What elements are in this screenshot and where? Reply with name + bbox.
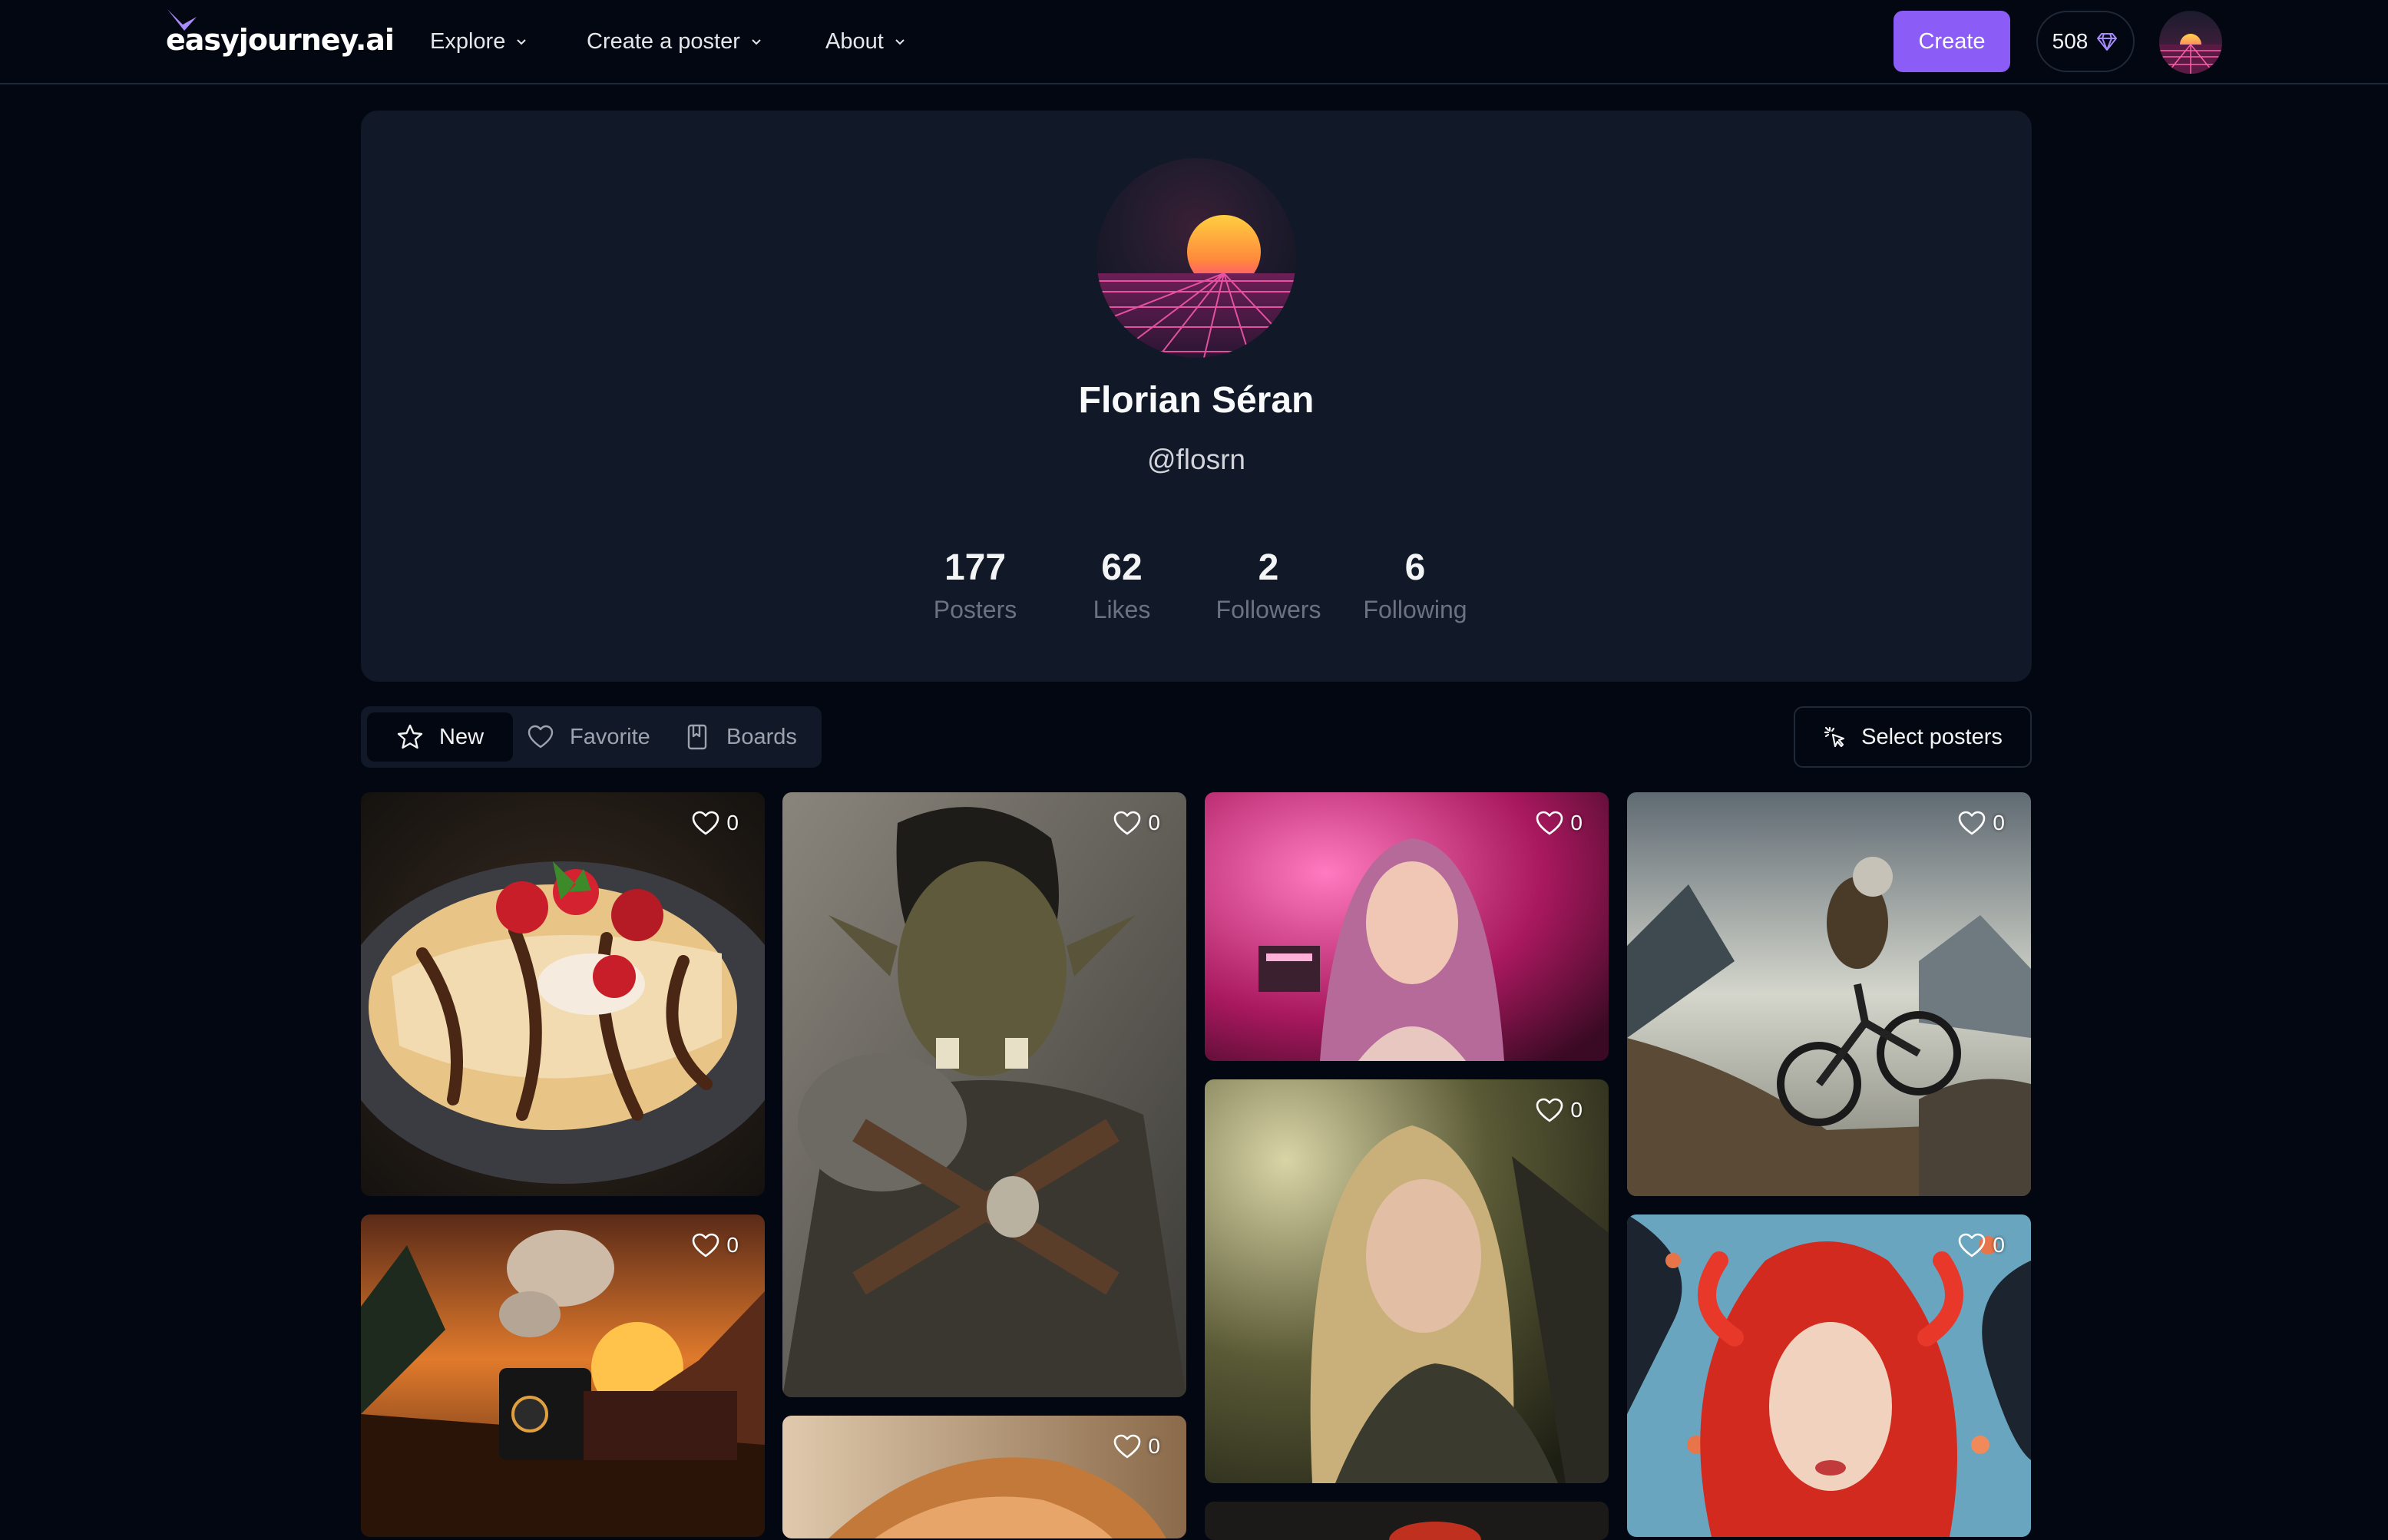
nav-about-label: About [825, 28, 884, 54]
poster-image [1627, 792, 2031, 1196]
stat-value: 6 [1404, 547, 1426, 588]
like-counter[interactable]: 0 [1113, 1433, 1160, 1460]
heart-icon [1536, 811, 1563, 835]
tab-new[interactable]: New [367, 712, 513, 762]
poster-image [361, 792, 765, 1196]
stat-posters[interactable]: 177 Posters [902, 547, 1048, 626]
stat-value: 177 [944, 547, 1007, 588]
bird-icon [167, 9, 197, 31]
like-count: 0 [1148, 1434, 1160, 1458]
like-count: 0 [1570, 811, 1583, 834]
like-counter[interactable]: 0 [691, 1231, 739, 1259]
profile-handle: @flosrn [1146, 444, 1246, 475]
poster-card[interactable]: 0 [361, 792, 765, 1196]
like-count: 0 [726, 1233, 739, 1257]
heart-icon [528, 725, 554, 749]
like-counter[interactable]: 0 [1957, 1231, 2005, 1259]
poster-image [1205, 1079, 1609, 1483]
tab-favorite[interactable]: Favorite [527, 712, 650, 762]
chevron-down-icon [752, 39, 761, 45]
like-counter[interactable]: 0 [1535, 1096, 1583, 1124]
poster-card[interactable]: 0 [361, 1214, 765, 1537]
like-count: 0 [1993, 811, 2005, 834]
poster-card[interactable]: 0 [1205, 1079, 1609, 1483]
stat-label: Posters [933, 596, 1017, 623]
poster-image [361, 1214, 765, 1537]
poster-card[interactable] [1205, 1502, 1609, 1540]
tab-label: Favorite [570, 724, 650, 749]
poster-card[interactable]: 0 [782, 792, 1186, 1397]
heart-icon [1536, 1098, 1563, 1122]
poster-image [1205, 1502, 1609, 1540]
nav-about-menu[interactable]: About [825, 21, 907, 61]
poster-card[interactable]: 0 [782, 1416, 1186, 1538]
avatar-image [2159, 11, 2222, 74]
star-icon [397, 724, 423, 749]
tab-label: New [439, 724, 485, 749]
credits-badge[interactable]: 508 [2036, 11, 2135, 72]
heart-icon [1959, 811, 1986, 835]
stat-value: 2 [1258, 547, 1279, 588]
poster-card[interactable]: 0 [1205, 792, 1609, 1061]
credits-count: 508 [2052, 29, 2089, 53]
stat-following[interactable]: 6 Following [1342, 547, 1488, 626]
pointer-click-icon [1824, 726, 1845, 748]
nav-create-poster-menu[interactable]: Create a poster [587, 21, 763, 61]
stat-label: Likes [1093, 596, 1151, 623]
brand-logo[interactable]: easyjourney.ai [166, 9, 395, 63]
poster-tabs: New Favorite Boards [361, 706, 822, 768]
avatar-image [1096, 158, 1296, 358]
profile-name: Florian Séran [1078, 380, 1315, 421]
poster-card[interactable]: 0 [1627, 792, 2031, 1196]
stat-likes[interactable]: 62 Likes [1049, 547, 1195, 626]
heart-icon [1959, 1233, 1986, 1257]
profile-card: Florian Séran @flosrn 177 Posters 62 Lik… [361, 111, 2032, 682]
chevron-down-icon [895, 39, 905, 45]
heart-icon [1114, 811, 1141, 835]
like-counter[interactable]: 0 [1957, 809, 2005, 837]
like-count: 0 [1148, 811, 1160, 834]
heart-icon [693, 811, 719, 835]
like-count: 0 [1570, 1098, 1583, 1122]
poster-card[interactable]: 0 [1627, 1214, 2031, 1537]
like-counter[interactable]: 0 [691, 809, 739, 837]
profile-avatar [1096, 158, 1296, 358]
poster-image [782, 792, 1186, 1397]
select-posters-button[interactable]: Select posters [1794, 706, 2032, 768]
like-counter[interactable]: 0 [1113, 809, 1160, 837]
nav-explore-label: Explore [430, 28, 506, 54]
heart-icon [1114, 1434, 1141, 1459]
stat-label: Following [1363, 596, 1467, 623]
poster-image [1627, 1214, 2031, 1537]
like-count: 0 [726, 811, 739, 834]
heart-icon [693, 1233, 719, 1257]
nav-explore-menu[interactable]: Explore [430, 21, 528, 61]
select-posters-label: Select posters [1861, 724, 2003, 749]
stat-value: 62 [1101, 547, 1143, 588]
like-counter[interactable]: 0 [1535, 809, 1583, 837]
user-avatar[interactable] [2159, 11, 2222, 74]
tab-boards[interactable]: Boards [683, 712, 797, 762]
stat-followers[interactable]: 2 Followers [1196, 547, 1341, 626]
top-navbar: easyjourney.ai Explore Create a poster A… [0, 0, 2388, 84]
tab-label: Boards [726, 724, 797, 749]
nav-create-poster-label: Create a poster [587, 28, 740, 54]
create-button[interactable]: Create [1894, 11, 2010, 72]
stat-label: Followers [1215, 596, 1321, 623]
diamond-icon [2097, 33, 2118, 51]
bookmark-icon [687, 724, 707, 750]
like-count: 0 [1993, 1233, 2005, 1257]
chevron-down-icon [517, 39, 527, 45]
